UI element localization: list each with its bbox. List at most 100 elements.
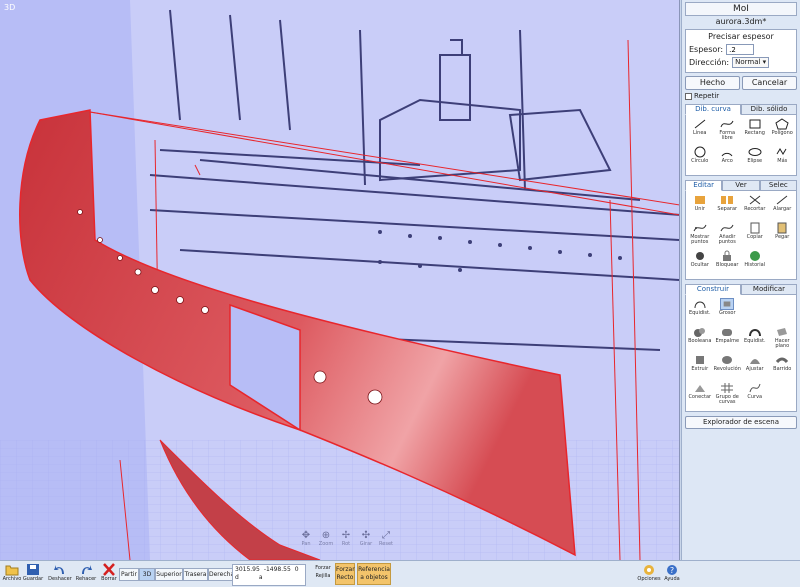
tilt-control[interactable]: ✣ Girar [358,530,374,547]
file-name: aurora.3dm* [715,17,767,26]
tab-edit[interactable]: Editar [685,180,723,191]
tool-add-points[interactable]: Añadir puntos [714,221,742,249]
tool-loft[interactable]: Ajustar [741,353,769,381]
repeat-checkbox[interactable]: Repetir [685,92,797,100]
tab-draw-curve[interactable]: Dib. curva [685,104,741,115]
tool-network[interactable]: Grupo de curvas [714,381,742,409]
view-controls[interactable]: ✥ Pan ⊕ Zoom ✢ Rot ✣ Girar ⤢ Reset [298,530,394,547]
scene-canvas[interactable] [0,0,680,560]
side-panel: MoI aurora.3dm* Precisar espesor Espesor… [681,0,800,560]
tool-extrude[interactable]: Extruir [686,353,714,381]
tool-history[interactable]: Historial [741,249,769,277]
tool-separate[interactable]: Separar [714,193,742,221]
tool-planar[interactable]: Hacer plano [769,325,797,353]
view-back-button[interactable]: Trasera [183,568,208,581]
tool-polygon[interactable]: Polígono [769,117,797,145]
tool-show-points[interactable]: Mostrar puntos [686,221,714,249]
save-button[interactable]: Guardar [22,562,44,582]
extend-icon [776,195,788,205]
pan-control[interactable]: ✥ Pan [298,530,314,547]
draw-tabs: Dib. curva Dib. sólido [685,104,797,115]
straight-snap-button[interactable]: Forzar Recto [335,563,355,585]
delete-button[interactable]: Borrar [100,562,118,582]
cancel-button[interactable]: Cancelar [742,76,797,90]
polygon-icon [775,118,789,130]
tool-curve[interactable]: Curva [741,381,769,409]
viewport-3d[interactable]: 3D ✥ Pan ⊕ Zoom ✢ Rot ✣ Girar ⤢ Reset [0,0,680,560]
coord-z: 0 [294,566,299,573]
tool-paste[interactable]: Pegar [769,221,797,249]
tool-join[interactable]: Unir [686,193,714,221]
tool-trim[interactable]: Recortar [741,193,769,221]
tool-ellipse[interactable]: Elipse [741,145,769,173]
tool-offset-top[interactable]: Equidist. [686,297,714,325]
save-icon [27,564,39,575]
fillet-icon [722,329,733,336]
tool-lock[interactable]: Bloquear [714,249,742,277]
tool-extend[interactable]: Alargar [769,193,797,221]
rotate-control[interactable]: ✢ Rot [338,530,354,547]
done-button[interactable]: Hecho [685,76,740,90]
view-right-button[interactable]: Derecha [208,568,235,581]
tool-fillet[interactable]: Empalme [714,325,742,353]
curve-icon [749,383,761,393]
tool-revolve[interactable]: Revolución [714,353,742,381]
tool-hide[interactable]: Ocultar [686,249,714,277]
tool-copy[interactable]: Copiar [741,221,769,249]
delete-icon [103,563,115,576]
tool-freeform[interactable]: Forma libre [714,117,742,145]
coordinate-readout[interactable]: 3015.95 -1498.55 0 d a [232,564,306,586]
rectangle-icon [749,119,761,129]
undo-button[interactable]: Deshacer [48,562,72,582]
tool-sweep[interactable]: Barrido [769,353,797,381]
planar-icon [777,328,788,336]
view-top-button[interactable]: Superior [155,568,183,581]
tool-blend[interactable]: Conectar [686,381,714,409]
thickness-input[interactable] [726,44,755,55]
tab-modify[interactable]: Modificar [741,284,797,295]
tool-rectangle[interactable]: Rectang [741,117,769,145]
tool-arc[interactable]: Arco [714,145,742,173]
join-icon [694,196,705,204]
grid-snap-button[interactable]: Forzar Rejilla [312,564,334,580]
freeform-icon [720,120,734,128]
blend-icon [694,385,705,392]
view-3d-button[interactable]: 3D [139,568,155,581]
redo-button[interactable]: Rehacer [74,562,98,582]
view-split-button[interactable]: Partir [119,568,139,581]
options-icon [644,565,654,575]
options-button[interactable]: Opciones [636,562,662,582]
help-button[interactable]: ? Ayuda [662,562,682,582]
command-title: Precisar espesor [708,32,774,41]
tab-view[interactable]: Ver [722,180,760,191]
direction-select[interactable]: Normal ▾ [732,57,770,68]
object-snap-button[interactable]: Referencia a objetos [357,563,391,585]
viewport-label: 3D [4,3,16,12]
app-title: MoI [685,2,797,16]
scene-browser-button[interactable]: Explorador de escena [685,416,797,429]
history-icon [749,251,760,261]
arc-icon [721,152,733,157]
tab-construct[interactable]: Construir [685,284,741,295]
sweep-icon [776,357,789,364]
open-file-button[interactable]: Archivo [2,562,22,582]
tool-boolean[interactable]: Booleana [686,325,714,353]
separate-icon [721,196,734,204]
direction-label: Dirección: [689,58,730,67]
paste-icon [777,222,787,234]
undo-icon [54,565,64,574]
tool-offset[interactable]: Equidist. [741,325,769,353]
svg-text:?: ? [670,566,674,575]
repeat-check-box[interactable] [685,92,692,100]
tool-line[interactable]: Línea [686,117,714,145]
tool-thickness[interactable]: Grosor [714,297,742,325]
tab-select[interactable]: Selec [759,180,797,191]
tool-circle[interactable]: Círculo [686,145,714,173]
reset-control[interactable]: ⤢ Reset [378,530,394,547]
zoom-control[interactable]: ⊕ Zoom [318,530,334,547]
tool-more[interactable]: Más [769,145,797,173]
tab-draw-solid[interactable]: Dib. sólido [741,104,797,115]
offset-icon [694,301,706,309]
coord-a: a [258,574,263,581]
show-points-icon [693,224,707,232]
